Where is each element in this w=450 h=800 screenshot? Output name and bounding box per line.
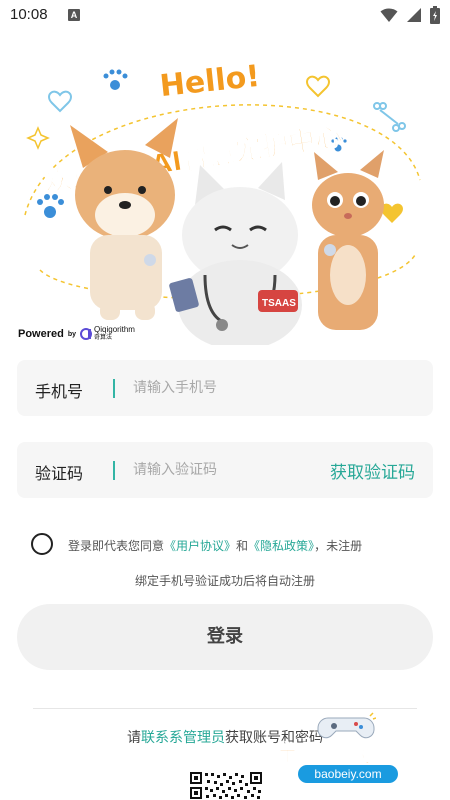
code-label: 验证码 <box>35 464 84 483</box>
watermark-text: 宝贝游戏网 <box>276 741 396 768</box>
phone-label: 手机号 <box>35 382 84 401</box>
contact-admin-link[interactable]: 联系系管理员 <box>141 730 225 746</box>
sparkle-icon <box>26 126 50 150</box>
hello-title: Hello! <box>158 59 261 104</box>
hero-banner: Hello! 欢迎来到AI智慧宠护中心 TSAAS Powered by Qiq… <box>0 40 450 345</box>
paw-icon <box>103 69 128 90</box>
powered-by-text: by <box>67 330 77 338</box>
watermark: 宝贝游戏网 baobeiy.com <box>276 712 426 792</box>
notification-icon: A <box>68 9 80 21</box>
brand-logo: Qiqigorithm 奇算法 <box>80 326 135 342</box>
orange-cat-character <box>312 150 384 330</box>
brand-name: Qiqigorithm <box>94 325 135 334</box>
white-cat-character: TSAAS <box>169 162 302 345</box>
contact-prefix: 请 <box>127 730 141 746</box>
battery-icon <box>430 6 440 24</box>
privacy-policy-link[interactable]: 《隐私政策》 <box>248 539 314 553</box>
qr-code-icon <box>189 771 263 800</box>
divider <box>33 708 417 709</box>
login-button[interactable]: 登录 <box>17 604 433 670</box>
code-input[interactable] <box>133 456 323 484</box>
heart-icon <box>48 90 72 113</box>
hero-illustration: Hello! 欢迎来到AI智慧宠护中心 TSAAS <box>24 59 421 345</box>
status-time: 10:08 <box>10 6 48 23</box>
corgi-character <box>70 118 178 320</box>
agreement-prefix: 登录即代表您同意 <box>68 539 165 553</box>
brand-logo-icon <box>80 328 93 340</box>
heart-icon <box>381 203 403 223</box>
bone-icon <box>373 102 406 132</box>
status-icons <box>380 6 440 24</box>
signal-icon <box>407 8 421 22</box>
status-bar: 10:08 A <box>0 0 450 32</box>
agreement-suffix: ，未注册 <box>314 539 363 553</box>
heart-icon <box>306 75 330 98</box>
code-field: 验证码 获取验证码 <box>17 442 433 498</box>
phone-field: 手机号 <box>17 360 433 416</box>
brand-name-cn: 奇算法 <box>94 335 113 341</box>
agreement-checkbox[interactable] <box>31 533 53 555</box>
watermark-url: baobeiy.com <box>298 765 398 783</box>
field-divider <box>113 461 115 480</box>
agreement-and: 和 <box>236 539 249 553</box>
agreement-note: 绑定手机号验证成功后将自动注册 <box>134 574 315 588</box>
powered-text: Powered <box>18 328 64 340</box>
field-divider <box>113 379 115 398</box>
wifi-icon <box>380 8 398 22</box>
badge-label: TSAAS <box>262 298 296 309</box>
powered-by: Powered by Qiqigorithm 奇算法 <box>18 326 135 342</box>
user-agreement-link[interactable]: 《用户协议》 <box>164 539 236 553</box>
get-code-button[interactable]: 获取验证码 <box>330 458 415 483</box>
phone-input[interactable] <box>133 374 323 402</box>
agreement-text: 登录即代表您同意《用户协议》和《隐私政策》，未注册 <box>68 537 362 554</box>
